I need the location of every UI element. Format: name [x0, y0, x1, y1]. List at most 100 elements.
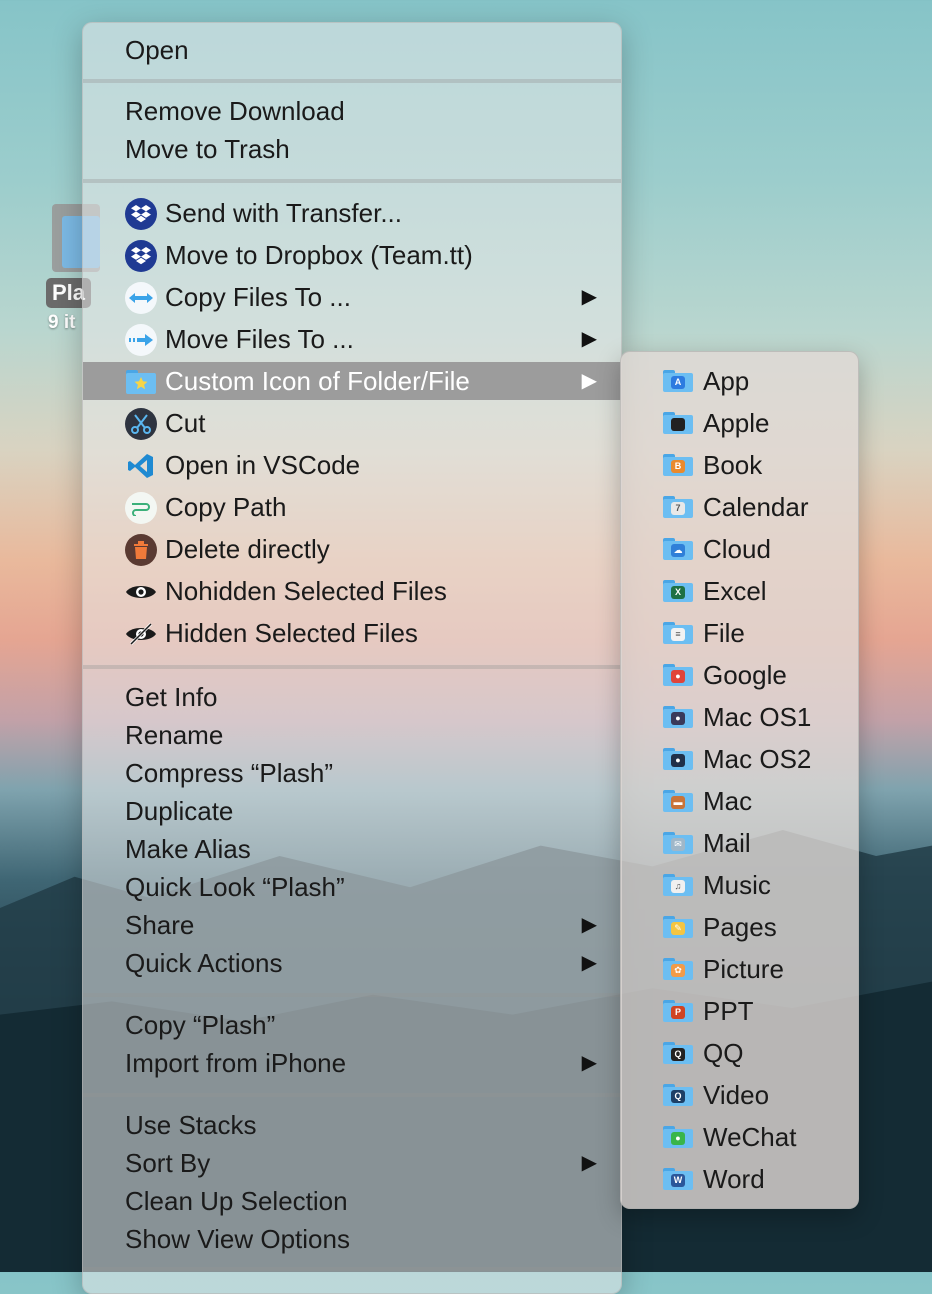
- menu-item-custom-icon[interactable]: Custom Icon of Folder/File ▶: [83, 362, 621, 400]
- menu-item-label: Copy Path: [165, 492, 287, 522]
- context-menu: Open Remove Download Move to Trash Send …: [82, 22, 622, 1294]
- app-store-icon: A: [663, 370, 693, 392]
- menu-item-move-to-dropbox[interactable]: Move to Dropbox (Team.tt): [83, 236, 621, 274]
- macos-icon: ●: [663, 748, 693, 770]
- menu-item-use-stacks[interactable]: Use Stacks: [83, 1106, 621, 1144]
- submenu-item-mail[interactable]: ✉ Mail: [621, 822, 858, 864]
- menu-item-move-files-to[interactable]: Move Files To ... ▶: [83, 320, 621, 358]
- submenu-item-label: Book: [703, 450, 763, 480]
- menu-item-make-alias[interactable]: Make Alias: [83, 830, 621, 868]
- submenu-item-mac[interactable]: ▬ Mac: [621, 780, 858, 822]
- submenu-item-label: File: [703, 618, 745, 648]
- menu-item-label: Open in VSCode: [165, 450, 361, 480]
- submenu-item-word[interactable]: W Word: [621, 1158, 858, 1200]
- menu-item-show-view-options[interactable]: Show View Options: [83, 1220, 621, 1258]
- wechat-icon: ●: [663, 1126, 693, 1148]
- eye-slash-icon: [125, 618, 157, 650]
- submenu-item-apple[interactable]: Apple: [621, 402, 858, 444]
- menu-item-send-with-transfer[interactable]: Send with Transfer...: [83, 194, 621, 232]
- menu-item-open[interactable]: Open: [83, 31, 621, 69]
- menu-item-remove-download[interactable]: Remove Download: [83, 92, 621, 130]
- menu-separator: [83, 1267, 621, 1271]
- submenu-item-label: Video: [703, 1080, 770, 1110]
- submenu-arrow-icon: ▶: [581, 1152, 597, 1174]
- submenu-item-label: Calendar: [703, 492, 809, 522]
- menu-item-duplicate[interactable]: Duplicate: [83, 792, 621, 830]
- submenu-item-label: Mac: [703, 786, 753, 816]
- submenu-item-label: Mac OS2: [703, 744, 812, 774]
- menu-item-label: Copy Files To ...: [165, 282, 351, 312]
- menu-item-label: Delete directly: [165, 534, 330, 564]
- submenu-item-file[interactable]: ≡ File: [621, 612, 858, 654]
- submenu-item-calendar[interactable]: 7 Calendar: [621, 486, 858, 528]
- menu-item-label: Get Info: [125, 682, 218, 712]
- submenu-item-google[interactable]: ● Google: [621, 654, 858, 696]
- submenu-item-excel[interactable]: X Excel: [621, 570, 858, 612]
- submenu-item-mac-os1[interactable]: ● Mac OS1: [621, 696, 858, 738]
- menu-item-sort-by[interactable]: Sort By ▶: [83, 1144, 621, 1182]
- submenu-item-label: Picture: [703, 954, 784, 984]
- submenu-item-wechat[interactable]: ● WeChat: [621, 1116, 858, 1158]
- submenu-arrow-icon: ▶: [581, 370, 597, 392]
- menu-item-label: Duplicate: [125, 796, 234, 826]
- menu-item-clean-up-selection[interactable]: Clean Up Selection: [83, 1182, 621, 1220]
- submenu-item-book[interactable]: B Book: [621, 444, 858, 486]
- menu-item-label: Open: [125, 35, 189, 65]
- menu-item-copy-plash[interactable]: Copy “Plash”: [83, 1006, 621, 1044]
- menu-item-label: Compress “Plash”: [125, 758, 334, 788]
- menu-item-label: Move to Dropbox (Team.tt): [165, 240, 473, 270]
- move-arrow-icon: [125, 324, 157, 356]
- menu-item-delete-directly[interactable]: Delete directly: [83, 530, 621, 568]
- menu-item-import-from-iphone[interactable]: Import from iPhone ▶: [83, 1044, 621, 1082]
- menu-item-label: Cut: [165, 408, 206, 438]
- photos-icon: ✿: [663, 958, 693, 980]
- chrome-icon: ●: [663, 664, 693, 686]
- calendar-icon: 7: [663, 496, 693, 518]
- submenu-item-video[interactable]: Q Video: [621, 1074, 858, 1116]
- quicktime-icon: Q: [663, 1084, 693, 1106]
- menu-item-share[interactable]: Share ▶: [83, 906, 621, 944]
- menu-item-label: Import from iPhone: [125, 1048, 347, 1078]
- submenu-arrow-icon: ▶: [581, 914, 597, 936]
- menu-item-quick-actions[interactable]: Quick Actions ▶: [83, 944, 621, 982]
- menu-item-quick-look[interactable]: Quick Look “Plash”: [83, 868, 621, 906]
- menu-item-label: Hidden Selected Files: [165, 618, 418, 648]
- submenu-item-label: App: [703, 366, 750, 396]
- submenu-item-music[interactable]: ♫ Music: [621, 864, 858, 906]
- menu-item-label: Sort By: [125, 1148, 211, 1178]
- menu-item-label: Show View Options: [125, 1224, 350, 1254]
- menu-item-label: Move Files To ...: [165, 324, 354, 354]
- macos-icon: ●: [663, 706, 693, 728]
- eye-icon: [125, 576, 157, 608]
- submenu-item-pages[interactable]: ✎ Pages: [621, 906, 858, 948]
- menu-item-label: Share: [125, 910, 195, 940]
- word-icon: W: [663, 1168, 693, 1190]
- menu-item-nohidden-files[interactable]: Nohidden Selected Files: [83, 572, 621, 610]
- menu-item-move-to-trash[interactable]: Move to Trash: [83, 130, 621, 168]
- menu-item-open-in-vscode[interactable]: Open in VSCode: [83, 446, 621, 484]
- menu-item-get-info[interactable]: Get Info: [83, 678, 621, 716]
- pages-icon: ✎: [663, 916, 693, 938]
- custom-icon-submenu: A App Apple B Book 7 Calendar ☁ Cloud X Excel ≡ File…: [620, 351, 859, 1209]
- menu-item-copy-files-to[interactable]: Copy Files To ... ▶: [83, 278, 621, 316]
- submenu-item-label: Cloud: [703, 534, 771, 564]
- submenu-item-app[interactable]: A App: [621, 360, 858, 402]
- mail-icon: ✉: [663, 832, 693, 854]
- submenu-item-cloud[interactable]: ☁ Cloud: [621, 528, 858, 570]
- submenu-item-ppt[interactable]: P PPT: [621, 990, 858, 1032]
- menu-item-rename[interactable]: Rename: [83, 716, 621, 754]
- submenu-item-picture[interactable]: ✿ Picture: [621, 948, 858, 990]
- submenu-item-label: Word: [703, 1164, 765, 1194]
- menu-item-label: Make Alias: [125, 834, 251, 864]
- menu-separator: [83, 1093, 621, 1097]
- menu-item-compress[interactable]: Compress “Plash”: [83, 754, 621, 792]
- submenu-item-mac-os2[interactable]: ● Mac OS2: [621, 738, 858, 780]
- mac-icon: ▬: [663, 790, 693, 812]
- submenu-item-qq[interactable]: Q QQ: [621, 1032, 858, 1074]
- menu-separator: [83, 993, 621, 997]
- menu-item-cut[interactable]: Cut: [83, 404, 621, 442]
- submenu-item-label: Mail: [703, 828, 751, 858]
- submenu-item-label: Google: [703, 660, 787, 690]
- menu-item-hidden-files[interactable]: Hidden Selected Files: [83, 614, 621, 652]
- menu-item-copy-path[interactable]: Copy Path: [83, 488, 621, 526]
